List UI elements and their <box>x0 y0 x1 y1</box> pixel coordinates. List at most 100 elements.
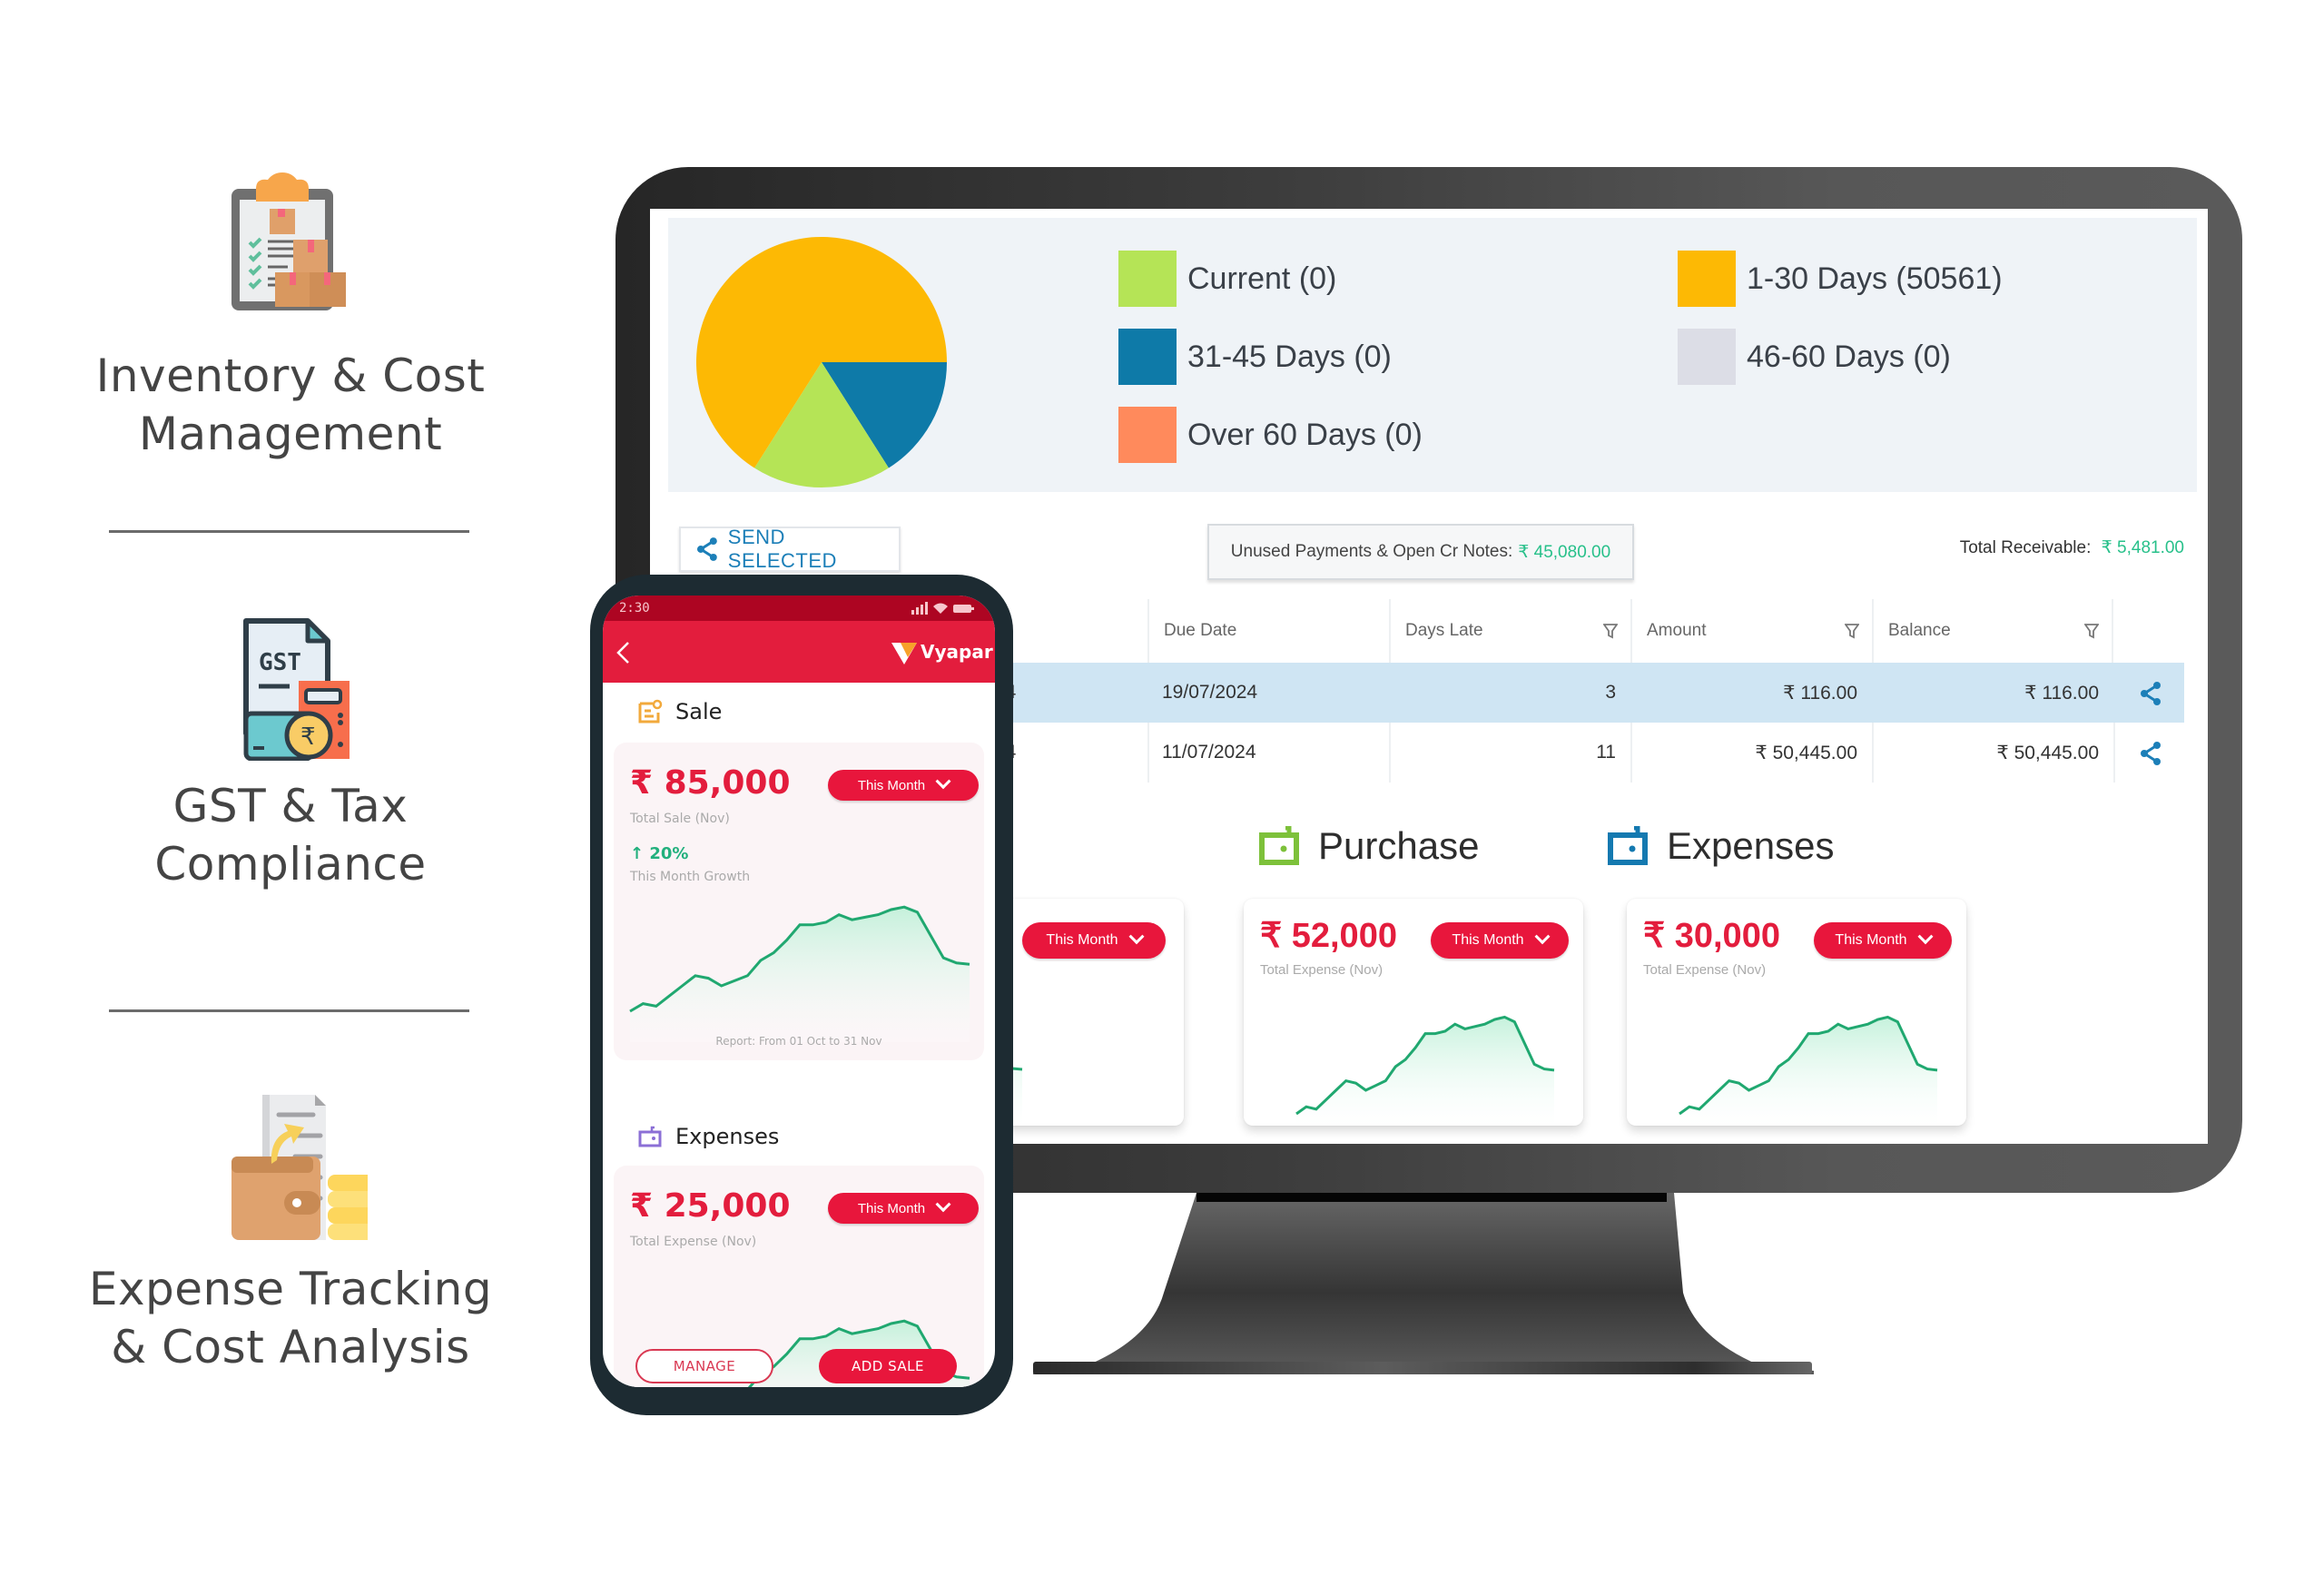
legend-item-31-45-days: 31-45 Days (0) <box>1118 329 1392 385</box>
expenses-section-title: Expenses <box>1607 824 1834 868</box>
aging-pie-chart <box>696 237 947 487</box>
column-label: Balance <box>1888 621 1951 640</box>
period-dropdown[interactable]: This Month <box>828 1193 979 1224</box>
total-receivable: Total Receivable: ₹ 5,481.00 <box>1921 537 2184 558</box>
send-selected-button[interactable]: SEND SELECTED <box>679 526 901 572</box>
filter-icon[interactable] <box>2084 623 2099 639</box>
period-label: This Month <box>857 777 926 793</box>
legend-item-46-60-days: 46-60 Days (0) <box>1678 329 1951 385</box>
filter-icon[interactable] <box>1845 623 1859 639</box>
add-sale-button[interactable]: ADD SALE <box>819 1349 957 1383</box>
legend-swatch <box>1678 251 1736 307</box>
column-divider <box>1872 723 1874 783</box>
expenses-title-text: Expenses <box>1667 824 1835 867</box>
sale-amount: ₹ 85,000 <box>630 764 791 802</box>
unused-payments-label: Unused Payments & Open Cr Notes: <box>1230 542 1513 561</box>
feature-title: Inventory & Cost <box>95 349 486 402</box>
cell-amount: ₹ 50,445.00 <box>1755 742 1857 763</box>
legend-swatch <box>1678 329 1736 385</box>
wallet-icon <box>1259 826 1299 865</box>
manage-button[interactable]: MANAGE <box>635 1349 773 1383</box>
gst-document-icon: GST ₹ <box>243 618 350 761</box>
feature-inventory: Inventory & Cost Management <box>54 172 527 463</box>
svg-text:GST: GST <box>259 649 301 676</box>
legend-swatch <box>1118 407 1177 463</box>
feature-title: & Cost Analysis <box>111 1321 470 1373</box>
feature-expense: Expense Tracking & Cost Analysis <box>54 1086 527 1376</box>
aging-chart-panel: Current (0) 1-30 Days (50561) 31-45 Days… <box>668 218 2197 492</box>
monitor-stand <box>1033 1193 1814 1374</box>
chevron-down-icon <box>935 773 951 790</box>
arrow-up-icon: ↑ <box>630 844 645 863</box>
expenses-section-title-phone: Expenses <box>637 1124 779 1149</box>
legend-label: Over 60 Days (0) <box>1187 417 1423 452</box>
feature-title: Management <box>138 408 443 460</box>
legend-label: 31-45 Days (0) <box>1187 339 1392 374</box>
column-header-balance[interactable]: Balance <box>1872 599 2113 663</box>
legend-item-current: Current (0) <box>1118 251 1336 307</box>
purchase-section-title: Purchase <box>1258 824 1479 868</box>
legend-label: Current (0) <box>1187 261 1337 296</box>
status-icons <box>911 602 974 615</box>
purchase-title-text: Purchase <box>1318 824 1480 867</box>
column-label: Amount <box>1647 621 1707 640</box>
column-divider <box>2113 723 2115 783</box>
cell-balance: ₹ 50,445.00 <box>1996 742 2099 763</box>
cell-amount: ₹ 116.00 <box>1783 682 1857 704</box>
filter-icon[interactable] <box>1603 623 1618 639</box>
svg-text:₹: ₹ <box>300 724 316 751</box>
vyapar-logo-icon <box>891 643 917 664</box>
phone-screen: 2:30 Vyapar Sale ₹ 85,000 Total Sale (No… <box>603 596 995 1387</box>
monitor-stand-base <box>1033 1362 1812 1374</box>
legend-label: 46-60 Days (0) <box>1747 339 1951 374</box>
total-receivable-label: Total Receivable: <box>1959 538 2092 557</box>
column-header-days-late[interactable]: Days Late <box>1389 599 1630 663</box>
feature-title: Expense Tracking <box>88 1263 493 1315</box>
report-range: Report: From 01 Oct to 31 Nov <box>715 1035 882 1048</box>
cell-due-date: 11/07/2024 <box>1162 742 1256 763</box>
cell-days-late: 11 <box>1596 742 1616 763</box>
share-row-icon[interactable] <box>2139 681 2162 706</box>
total-receivable-value: ₹ 5,481.00 <box>2101 538 2184 557</box>
column-divider <box>1389 723 1391 783</box>
period-label: This Month <box>857 1200 926 1216</box>
share-row-icon[interactable] <box>2139 741 2162 766</box>
share-icon <box>696 537 717 561</box>
column-header-due-date[interactable]: Due Date <box>1147 599 1389 663</box>
status-bar: 2:30 <box>603 596 995 621</box>
legend-item-1-30-days: 1-30 Days (50561) <box>1678 251 2003 307</box>
trend-sparkline <box>1679 1015 1938 1126</box>
monitor-stand-neck <box>1196 1193 1667 1202</box>
sale-title: Sale <box>675 699 723 724</box>
period-dropdown[interactable]: This Month <box>828 770 979 801</box>
inventory-clipboard-icon <box>231 172 346 310</box>
sale-trend-chart <box>629 905 970 1042</box>
column-divider <box>1147 723 1149 783</box>
wallet-icon <box>638 1126 662 1147</box>
legend-label: 1-30 Days (50561) <box>1747 261 2003 296</box>
status-time: 2:30 <box>619 601 650 615</box>
cell-due-date: 19/07/2024 <box>1162 682 1258 703</box>
wallet-icon <box>1608 826 1648 865</box>
column-header-amount[interactable]: Amount <box>1630 599 1872 663</box>
feature-gst: GST ₹ GST & Tax Compliance <box>54 606 527 893</box>
column-divider <box>1630 723 1632 783</box>
back-arrow-icon[interactable] <box>615 641 630 664</box>
growth-indicator: ↑ 20% <box>630 844 688 863</box>
sale-section-title: Sale <box>637 699 722 724</box>
trend-sparkline <box>1295 1015 1555 1126</box>
battery-icon <box>953 605 971 613</box>
cell-balance: ₹ 116.00 <box>2024 682 2099 704</box>
growth-label: This Month Growth <box>630 870 751 884</box>
growth-value: 20% <box>649 844 689 863</box>
expenses-title: Expenses <box>675 1124 780 1149</box>
legend-swatch <box>1118 329 1177 385</box>
sparkline-area <box>630 907 970 1042</box>
column-label: Due Date <box>1164 621 1237 640</box>
sale-subtitle: Total Sale (Nov) <box>630 812 730 826</box>
expenses-amount-phone: ₹ 25,000 <box>630 1187 791 1225</box>
column-label: Days Late <box>1405 621 1483 640</box>
legend-item-over-60-days: Over 60 Days (0) <box>1118 407 1423 463</box>
send-selected-label: SEND SELECTED <box>727 526 837 572</box>
wifi-icon <box>933 603 948 614</box>
